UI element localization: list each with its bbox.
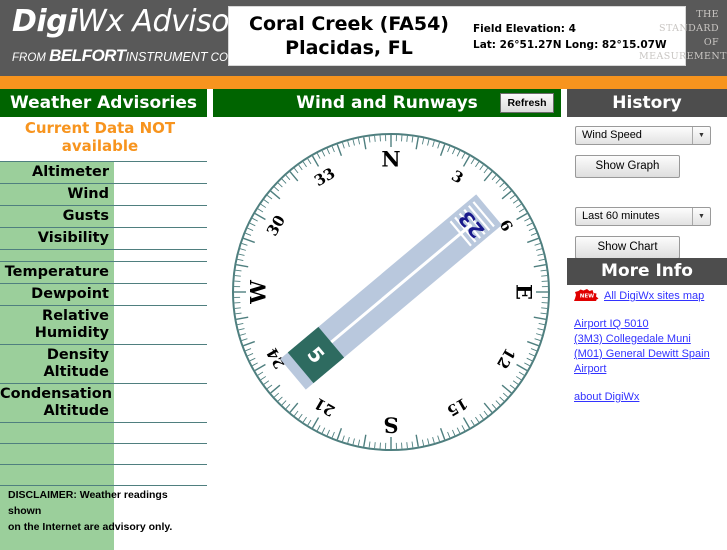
table-row: CondensationAltitude [0,383,207,422]
row-label-blank [0,444,114,464]
row-label-blank [0,423,114,443]
field-info: Field Elevation: 4 Lat: 26°51.27N Long: … [473,21,667,53]
table-row-spacer [0,249,207,261]
row-value [114,306,207,344]
new-badge-text: NEW [580,294,594,300]
notice-line-2: available [0,137,200,155]
row-value [114,345,207,383]
show-graph-button[interactable]: Show Graph [575,155,680,178]
row-value [114,228,207,249]
compass-label: N [381,146,400,171]
history-parameter-value: Wind Speed [582,129,642,142]
row-label: Dewpoint [0,284,114,305]
row-label: DensityAltitude [0,345,114,383]
logo-belfort: BELFORT [49,46,125,65]
logo-title: DigiWx Advisor™ [12,4,251,39]
disclaimer-line-2: on the Internet are advisory only. [8,519,203,535]
runway-compass-diagram: N36E1215S2124W3033 23 5 [226,127,556,457]
row-label-spacer [0,250,114,261]
dewitt-spain-link[interactable]: (M01) General Dewitt Spain [574,347,710,362]
row-value [114,184,207,205]
disclaimer: DISCLAIMER: Weather readings shown on th… [8,487,203,535]
tagline-line-3: OF [639,36,719,50]
logo-wx: Wx [77,4,123,39]
more-info-header: More Info [567,258,727,285]
about-digiwx-link[interactable]: about DigiWx [574,390,639,405]
orange-divider [0,76,727,89]
collegedale-muni-link[interactable]: (3M3) Collegedale Muni [574,332,691,347]
row-value [114,206,207,227]
row-value [114,384,207,422]
new-badge-icon: NEW [574,289,600,301]
row-label: CondensationAltitude [0,384,114,422]
compass-label: E [512,284,537,300]
refresh-button[interactable]: Refresh [500,93,554,113]
history-range-select[interactable]: Last 60 minutes ▼ [575,207,711,226]
row-value [114,284,207,305]
history-parameter-select[interactable]: Wind Speed ▼ [575,126,711,145]
row-label-blank [0,465,114,485]
history-range-value: Last 60 minutes [582,210,660,223]
compass-label: S [383,413,398,438]
logo-from: FROM [12,52,49,64]
history-panel: Wind Speed ▼ Show Graph Last 60 minutes … [567,117,727,545]
compass-label: W [245,280,270,305]
weather-readings-table: Altimeter Wind Gusts Visibility Temperat… [0,161,207,506]
row-label: Visibility [0,228,114,249]
logo-digi: Digi [12,4,77,39]
table-row: Temperature [0,261,207,283]
field-elevation: Field Elevation: 4 [473,21,667,37]
digiwx-logo: DigiWx Advisor™ FROM BELFORTINSTRUMENT C… [8,2,220,74]
wind-and-runways-panel: N36E1215S2124W3033 23 5 [213,117,561,545]
row-label: RelativeHumidity [0,306,114,344]
wind-and-runways-title: Wind and Runways [296,93,478,113]
logo-instrument: INSTRUMENT [126,50,208,64]
row-label: Gusts [0,206,114,227]
wind-and-runways-header: Wind and Runways Refresh [213,89,561,117]
row-value [114,262,207,283]
row-label: Temperature [0,262,114,283]
history-header: History [567,89,727,117]
table-row-blank [0,443,207,464]
chevron-down-icon: ▼ [692,208,710,225]
tagline-line-2: STANDARD [639,22,719,36]
lat-long: Lat: 26°51.27N Long: 82°15.07W [473,37,667,53]
station-name: Coral Creek (FA54) [229,11,469,37]
table-row: RelativeHumidity [0,305,207,344]
show-chart-button[interactable]: Show Chart [575,236,680,259]
chevron-down-icon: ▼ [692,127,710,144]
station-title-box: Coral Creek (FA54) Placidas, FL Field El… [228,6,686,66]
weather-advisories-panel: Current Data NOT available Altimeter Win… [0,117,207,545]
tagline-line-1: THE [639,8,719,22]
table-row: Wind [0,183,207,205]
standard-of-measurement-tagline: THE STANDARD OF MEASUREMENT [639,8,719,64]
row-value-blank [114,465,207,485]
tagline-line-4: MEASUREMENT [639,50,719,64]
table-row: Altimeter [0,161,207,183]
table-row: Dewpoint [0,283,207,305]
row-value-blank [114,444,207,464]
top-banner: DigiWx Advisor™ FROM BELFORTINSTRUMENT C… [0,0,727,76]
row-value-spacer [114,250,207,261]
table-row: Visibility [0,227,207,249]
airport-iq-link[interactable]: Airport IQ 5010 [574,317,649,332]
table-row: Gusts [0,205,207,227]
logo-advisor: Advisor [132,4,240,39]
row-value-blank [114,423,207,443]
row-value [114,162,207,183]
all-sites-map-link[interactable]: All DigiWx sites map [604,289,704,304]
row-label: Altimeter [0,162,114,183]
table-row: DensityAltitude [0,344,207,383]
current-data-notice: Current Data NOT available [0,119,200,155]
dewitt-spain-link-cont[interactable]: Airport [574,362,606,377]
table-row-blank [0,464,207,485]
disclaimer-line-1: DISCLAIMER: Weather readings shown [8,487,203,519]
station-location: Placidas, FL [229,37,469,59]
notice-line-1: Current Data NOT [0,119,200,137]
table-row-blank [0,422,207,443]
weather-advisories-header: Weather Advisories [0,89,207,117]
row-label: Wind [0,184,114,205]
